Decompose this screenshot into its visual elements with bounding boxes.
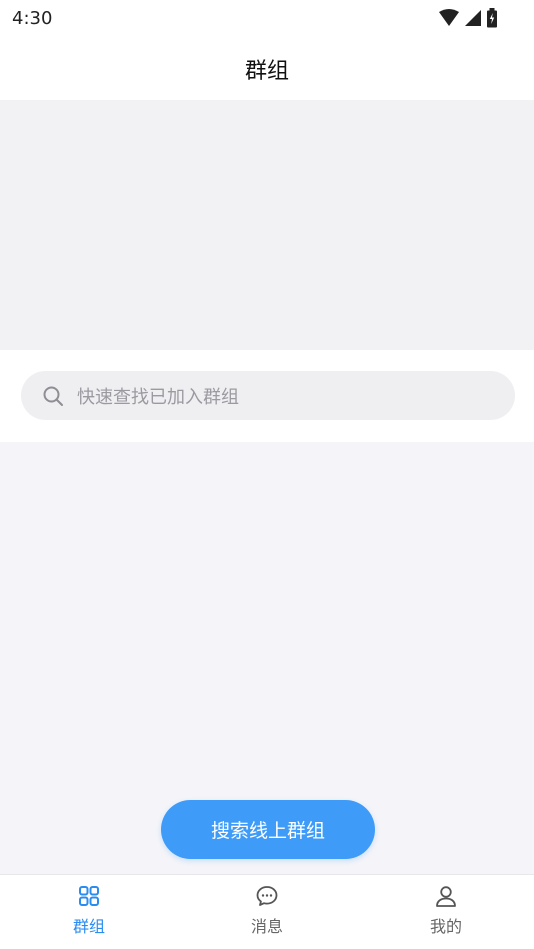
tab-groups[interactable]: 群组 xyxy=(29,883,149,945)
search-online-groups-button[interactable]: 搜索线上群组 xyxy=(161,800,375,859)
wifi-icon xyxy=(439,9,459,26)
tab-label: 我的 xyxy=(429,917,462,936)
grid-icon xyxy=(79,886,99,906)
battery-icon xyxy=(487,8,497,28)
search-icon xyxy=(43,386,63,406)
tab-label: 群组 xyxy=(72,917,105,936)
search-placeholder: 快速查找已加入群组 xyxy=(77,386,239,408)
nav-bar: 群组 xyxy=(0,38,534,100)
tab-bar: 群组 消息 我的 xyxy=(0,874,534,949)
banner-area xyxy=(0,100,534,350)
status-bar: 4:30 xyxy=(0,0,534,38)
status-icons xyxy=(438,7,498,29)
search-input[interactable]: 快速查找已加入群组 xyxy=(21,371,515,420)
status-time: 4:30 xyxy=(12,8,53,29)
page-title: 群组 xyxy=(244,59,289,84)
user-icon xyxy=(436,886,456,907)
tab-messages[interactable]: 消息 xyxy=(207,883,327,945)
chat-icon xyxy=(256,886,278,906)
tab-me[interactable]: 我的 xyxy=(386,883,506,945)
signal-icon xyxy=(465,10,481,26)
tab-label: 消息 xyxy=(250,917,283,936)
search-section: 快速查找已加入群组 xyxy=(0,350,534,442)
